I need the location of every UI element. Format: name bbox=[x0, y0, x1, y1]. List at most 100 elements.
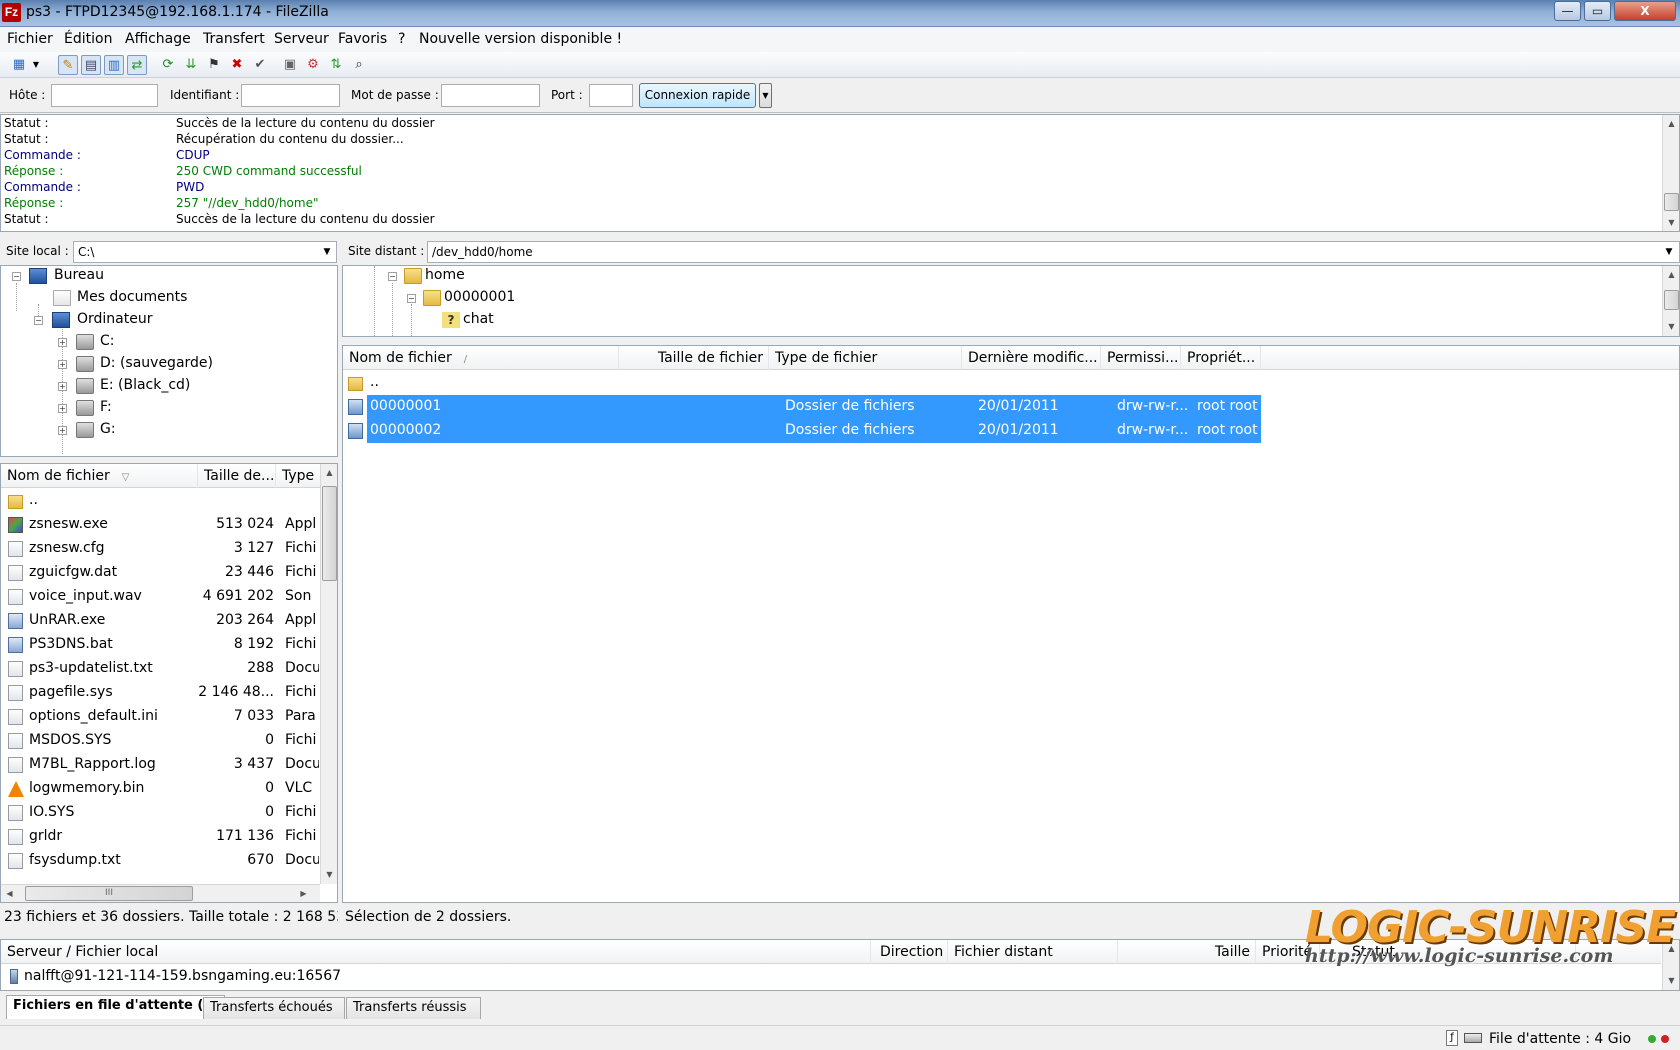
table-row[interactable]: zsnesw.exe 513 024 Appl bbox=[1, 513, 319, 537]
table-row[interactable]: options_default.ini 7 033 Para bbox=[1, 705, 319, 729]
menu-new-version[interactable]: Nouvelle version disponible ! bbox=[419, 31, 622, 47]
expand-icon[interactable]: + bbox=[58, 382, 67, 391]
process-queue-icon[interactable]: ⇊ bbox=[181, 55, 201, 75]
collapse-icon[interactable]: − bbox=[407, 294, 416, 303]
remote-tree[interactable]: − home − 00000001 ? chat ▲ ▼ bbox=[342, 265, 1680, 337]
scroll-up-icon[interactable]: ▲ bbox=[1663, 115, 1680, 132]
disconnect-icon[interactable]: ✖ bbox=[227, 55, 247, 75]
menu-affichage[interactable]: Affichage bbox=[125, 31, 191, 47]
local-path-combo[interactable]: C:\ bbox=[73, 241, 337, 263]
table-row[interactable]: IO.SYS 0 Fichi bbox=[1, 801, 319, 825]
scroll-down-icon[interactable]: ▼ bbox=[1663, 214, 1680, 231]
local-tree-icon[interactable]: ▤ bbox=[81, 55, 101, 75]
remote-path-combo[interactable]: /dev_hdd0/home bbox=[427, 241, 1680, 263]
col-serveur-fichier-local[interactable]: Serveur / Fichier local bbox=[1, 940, 871, 964]
password-input[interactable] bbox=[441, 84, 540, 107]
menu-help[interactable]: ? bbox=[398, 31, 405, 47]
table-row[interactable]: MSDOS.SYS 0 Fichi bbox=[1, 729, 319, 753]
table-row[interactable]: grldr 171 136 Fichi bbox=[1, 825, 319, 849]
tree-node-chat[interactable]: ? chat bbox=[343, 310, 1043, 332]
table-row[interactable]: fsysdump.txt 670 Docu bbox=[1, 849, 319, 873]
local-list-hscrollbar[interactable]: ◀ III ▶ bbox=[1, 884, 320, 902]
col-derniere-modification[interactable]: Dernière modific... bbox=[962, 346, 1101, 370]
scroll-up-icon[interactable]: ▲ bbox=[321, 464, 337, 481]
quickconnect-dropdown[interactable]: ▼ bbox=[759, 83, 772, 108]
local-file-list[interactable]: Nom de fichier ▽ Taille de... Type .. zsne… bbox=[0, 463, 338, 903]
table-row[interactable]: zguicfgw.dat 23 446 Fichi bbox=[1, 561, 319, 585]
table-row[interactable]: M7BL_Rapport.log 3 437 Docu bbox=[1, 753, 319, 777]
table-row[interactable]: pagefile.sys 2 146 48... Fichi bbox=[1, 681, 319, 705]
log-scroll-thumb[interactable] bbox=[1664, 193, 1679, 211]
title-bar[interactable]: Fz ps3 - FTPD12345@192.168.1.174 - FileZ… bbox=[0, 0, 1680, 27]
col-direction[interactable]: Direction bbox=[874, 940, 948, 964]
scroll-down-icon[interactable]: ▼ bbox=[1663, 972, 1680, 989]
col-type-de-fichier[interactable]: Type de fichier bbox=[769, 346, 962, 370]
tree-node-home[interactable]: − home bbox=[343, 266, 1043, 288]
quickconnect-button[interactable]: Connexion rapide bbox=[639, 83, 756, 108]
col-nom-de-fichier[interactable]: Nom de fichier ▽ bbox=[1, 464, 198, 488]
scroll-down-icon[interactable]: ▼ bbox=[321, 866, 337, 883]
menu-edition[interactable]: Édition bbox=[64, 31, 112, 47]
filter-status-icon[interactable]: ƒ bbox=[1446, 1030, 1458, 1046]
col-taille[interactable]: Taille de... bbox=[198, 464, 276, 488]
menu-serveur[interactable]: Serveur bbox=[274, 31, 329, 47]
col-permissions[interactable]: Permissi... bbox=[1101, 346, 1181, 370]
tree-node-drive-f[interactable]: + F: bbox=[1, 398, 331, 420]
tree-node-00000001[interactable]: − 00000001 bbox=[343, 288, 1043, 310]
local-tree[interactable]: − Bureau Mes documents − Ordinateur + C:… bbox=[0, 265, 338, 457]
col-taille-de-fichier[interactable]: Taille de fichier bbox=[619, 346, 769, 370]
collapse-icon[interactable]: − bbox=[34, 316, 43, 325]
col-type[interactable]: Type bbox=[276, 464, 321, 488]
message-log[interactable]: Statut : Succès de la lecture du contenu … bbox=[0, 114, 1680, 232]
collapse-icon[interactable]: − bbox=[12, 272, 21, 281]
tree-node-bureau[interactable]: − Bureau bbox=[1, 266, 331, 288]
user-input[interactable] bbox=[241, 84, 340, 107]
queue-icon[interactable]: ⇄ bbox=[127, 55, 147, 75]
site-manager-icon[interactable]: ▦ bbox=[9, 55, 29, 75]
tree-node-drive-g[interactable]: + G: bbox=[1, 420, 331, 442]
tree-node-drive-c[interactable]: + C: bbox=[1, 332, 331, 354]
expand-icon[interactable]: + bbox=[58, 360, 67, 369]
queue-row[interactable]: nalfft@91-121-114-159.bsngaming.eu:16567 bbox=[1, 965, 1661, 989]
table-row[interactable]: .. bbox=[1, 489, 319, 513]
col-fichier-distant[interactable]: Fichier distant bbox=[948, 940, 1118, 964]
local-vscroll-thumb[interactable] bbox=[322, 486, 337, 581]
scroll-right-icon[interactable]: ▶ bbox=[295, 885, 312, 902]
tab-transferts-reussis[interactable]: Transferts réussis bbox=[346, 997, 481, 1019]
remote-file-list[interactable]: Nom de fichier / Taille de fichier Type d… bbox=[342, 345, 1680, 903]
message-log-icon[interactable]: ✎ bbox=[58, 55, 78, 75]
filter-icon[interactable]: ⚙ bbox=[303, 55, 323, 75]
menu-transfert[interactable]: Transfert bbox=[203, 31, 265, 47]
tab-fichiers-en-file[interactable]: Fichiers en file d'attente (1) bbox=[6, 995, 226, 1019]
collapse-icon[interactable]: − bbox=[388, 272, 397, 281]
col-proprietaire[interactable]: Propriét... bbox=[1181, 346, 1261, 370]
minimize-button[interactable]: — bbox=[1554, 1, 1581, 21]
local-path-dropdown-icon[interactable]: ▼ bbox=[318, 241, 336, 263]
local-hscroll-thumb[interactable]: III bbox=[25, 886, 193, 901]
tab-transferts-echoues[interactable]: Transferts échoués bbox=[203, 997, 345, 1019]
maximize-button[interactable]: ▭ bbox=[1584, 1, 1611, 21]
search-icon[interactable]: ⌕ bbox=[349, 55, 369, 75]
table-row[interactable]: logwmemory.bin 0 VLC bbox=[1, 777, 319, 801]
table-row[interactable]: ps3-updatelist.txt 288 Docu bbox=[1, 657, 319, 681]
table-row[interactable]: PS3DNS.bat 8 192 Fichi bbox=[1, 633, 319, 657]
close-button[interactable]: X bbox=[1614, 1, 1676, 21]
table-row[interactable]: .. bbox=[343, 371, 1679, 395]
log-scrollbar[interactable]: ▲ ▼ bbox=[1662, 115, 1679, 231]
local-list-vscrollbar[interactable]: ▲ ▼ bbox=[320, 464, 337, 884]
scroll-up-icon[interactable]: ▲ bbox=[1663, 266, 1679, 283]
table-row[interactable]: 00000001 Dossier de fichiers 20/01/2011 drw… bbox=[343, 395, 1679, 419]
expand-icon[interactable]: + bbox=[58, 338, 67, 347]
tree-node-mes-documents[interactable]: Mes documents bbox=[1, 288, 331, 310]
site-manager-dropdown-icon[interactable]: ▼ bbox=[30, 55, 42, 75]
compare-icon[interactable]: ⇅ bbox=[326, 55, 346, 75]
expand-icon[interactable]: + bbox=[58, 426, 67, 435]
port-input[interactable] bbox=[589, 84, 633, 107]
col-nom-de-fichier[interactable]: Nom de fichier / bbox=[343, 346, 619, 370]
scroll-down-icon[interactable]: ▼ bbox=[1663, 318, 1679, 335]
table-row[interactable]: UnRAR.exe 203 264 Appl bbox=[1, 609, 319, 633]
tree-node-drive-d[interactable]: + D: (sauvegarde) bbox=[1, 354, 331, 376]
refresh-icon[interactable]: ⟳ bbox=[158, 55, 178, 75]
reconnect-icon[interactable]: ✔ bbox=[250, 55, 270, 75]
expand-icon[interactable]: + bbox=[58, 404, 67, 413]
